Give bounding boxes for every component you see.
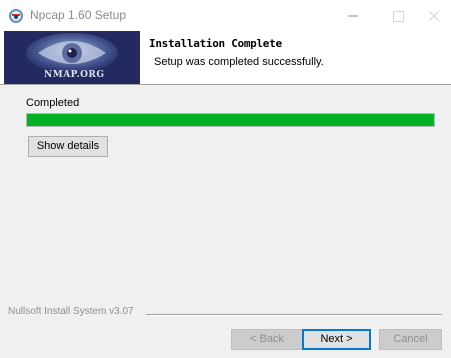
page-title: Installation Complete [149,37,282,50]
progress-bar [26,113,435,127]
nmap-org-logo-text: NMAP.ORG [44,70,105,80]
cancel-button[interactable]: Cancel [379,329,442,350]
next-button[interactable]: Next > [302,329,371,350]
npcap-app-icon [9,9,23,23]
close-button[interactable] [416,0,451,31]
show-details-button[interactable]: Show details [28,136,108,157]
window-title: Npcap 1.60 Setup [30,8,127,22]
progress-bar-fill [27,114,434,126]
installer-branding: Nullsoft Install System v3.07 [8,306,134,317]
footer-divider [146,314,442,316]
close-icon [428,10,440,22]
back-button[interactable]: < Back [231,329,303,350]
title-bar[interactable]: Npcap 1.60 Setup [0,0,451,31]
wizard-header: NMAP.ORG Installation Complete Setup was… [0,31,451,85]
status-label: Completed [26,97,80,109]
minimize-icon [348,15,358,17]
page-subtitle: Setup was completed successfully. [154,56,324,68]
minimize-button[interactable] [330,0,376,31]
